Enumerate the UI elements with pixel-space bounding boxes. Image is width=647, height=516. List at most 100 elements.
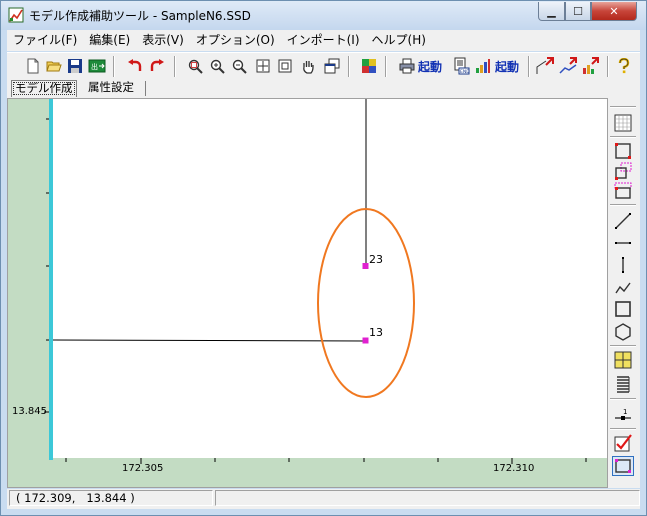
select-element-icon [614,182,632,199]
menu-options[interactable]: オプション(O) [190,31,281,50]
svg-text:1: 1 [623,408,627,416]
app-icon [8,7,24,23]
import-chart-icon [583,57,599,74]
fit-all-icon [256,59,270,73]
zoom-in-button[interactable] [207,56,227,76]
help-button[interactable] [614,56,634,76]
x-axis-label-1: 172.305 [122,463,164,474]
tool-palette: 1 [608,98,640,488]
toolbar-separator [528,56,530,77]
polyline-icon [615,282,631,294]
line-tool-button[interactable] [612,211,634,231]
drawing-canvas[interactable]: 23 13 13.845 172.305 172.310 [7,98,608,488]
checkbox-icon [614,434,632,452]
select-region-button[interactable] [612,456,634,476]
bar-chart-icon [476,59,490,73]
select-rect-icon [615,143,631,159]
menu-edit[interactable]: 編集(E) [83,31,136,50]
minimize-icon: ▁ [547,4,556,18]
new-file-icon [27,58,39,74]
zoom-out-icon [232,59,247,74]
zoom-area-icon [188,59,203,74]
minimize-button[interactable]: ▁ [538,2,565,21]
zoom-area-button[interactable] [185,56,205,76]
close-icon: ✕ [609,4,619,18]
import-line-button[interactable] [535,56,555,76]
import-profile-button[interactable] [558,56,578,76]
title-bar[interactable]: モデル作成補助ツール - SampleN6.SSD ▁ ☐ ✕ [1,1,646,30]
menu-file[interactable]: ファイル(F) [7,31,83,50]
diagonal-line-icon [615,213,631,229]
polyline-tool-button[interactable] [612,278,634,298]
x-axis-label-2: 172.310 [493,463,535,474]
mesh-tool-button[interactable] [612,350,634,370]
export-button[interactable]: 出 [87,56,107,76]
maximize-button[interactable]: ☐ [565,2,591,21]
bar-chart-button[interactable] [473,56,493,76]
select-node-button[interactable] [612,161,634,181]
launch-label-1[interactable]: 起動 [418,58,442,75]
grid-tool-button[interactable] [612,113,634,133]
hexagon-icon [615,323,631,341]
redo-button[interactable] [147,56,167,76]
svg-text:出: 出 [91,62,98,71]
import-line-icon [536,57,554,74]
end-document-icon: END [454,57,470,75]
status-bar: ( 172.309, 13.844 ) [7,489,640,509]
pan-button[interactable] [298,56,318,76]
palette-separator [610,136,636,138]
table-icon [617,376,630,393]
fit-all-button[interactable] [253,56,273,76]
redraw-button[interactable] [322,56,342,76]
end-document-button[interactable]: END [451,56,471,76]
toolbar-separator [607,56,609,77]
rectangle-icon [615,301,631,317]
close-button[interactable]: ✕ [591,2,637,21]
tab-model-creation[interactable]: モデル作成 [11,80,77,97]
save-button[interactable] [65,56,85,76]
printer-button[interactable] [397,56,417,76]
palette-separator [610,345,636,347]
hand-icon [303,61,314,74]
fit-window-button[interactable] [275,56,295,76]
horizontal-line-button[interactable] [612,233,634,253]
undo-icon [128,59,142,71]
launch-label-2[interactable]: 起動 [495,58,519,75]
new-file-button[interactable] [23,56,43,76]
redo-icon [150,59,164,71]
check-button[interactable] [612,433,634,453]
axis-ticks [44,118,587,464]
import-chart-button[interactable] [580,56,600,76]
window-title: モデル作成補助ツール - SampleN6.SSD [29,9,251,23]
status-coordinates: ( 172.309, 13.844 ) [9,490,213,506]
menu-view[interactable]: 表示(V) [136,31,190,50]
rectangle-tool-button[interactable] [612,299,634,319]
check-tool-button[interactable] [359,56,379,76]
vertical-line-icon [622,257,624,273]
menu-import[interactable]: インポート(I) [281,31,366,50]
tab-attribute-settings[interactable]: 属性設定 [85,80,137,96]
table-tool-button[interactable] [612,374,634,394]
undo-button[interactable] [125,56,145,76]
export-icon: 出 [88,59,106,73]
node-number-icon: 1 [615,408,631,420]
menu-help[interactable]: ヘルプ(H) [366,31,432,50]
tab-divider [145,81,146,96]
vertical-line-button[interactable] [612,255,634,275]
mesh-icon [614,351,632,369]
select-node-icon [615,162,632,180]
node-number-button[interactable]: 1 [612,405,634,425]
svg-text:END: END [460,69,470,75]
open-file-button[interactable] [44,56,64,76]
check-tool-icon [362,59,376,73]
zoom-out-button[interactable] [229,56,249,76]
toolbar-separator [174,56,176,77]
select-element-button[interactable] [612,181,634,201]
select-rect-button[interactable] [612,141,634,161]
toolbar-separator [113,56,115,77]
toolbar: 出 起動 END 起動 [7,52,640,81]
palette-separator [610,398,636,400]
fit-window-icon [278,59,292,73]
toolbar-separator [385,56,387,77]
polygon-tool-button[interactable] [612,322,634,342]
